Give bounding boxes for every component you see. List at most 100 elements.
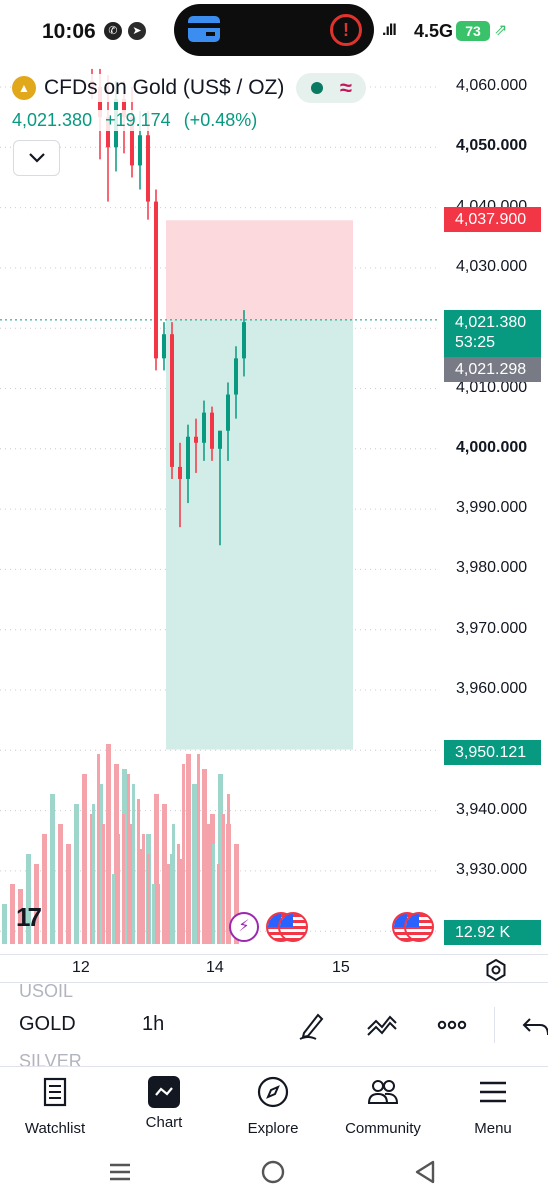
volume-bar — [147, 854, 150, 944]
current-price-tag: 4,021.380 53:25 — [444, 310, 541, 358]
volume-bar — [102, 824, 105, 944]
candle-body — [226, 394, 230, 431]
toolbar-divider — [494, 1007, 495, 1043]
quote-row: 4,021.380 +19.174 (+0.48%) — [12, 110, 266, 131]
symbol-header[interactable]: ▲ CFDs on Gold (US$ / OZ) ≈ — [12, 73, 367, 103]
volume-bar — [10, 884, 15, 944]
volume-bar — [42, 834, 47, 944]
watchlist-icon — [43, 1077, 67, 1107]
volume-bar — [58, 824, 63, 944]
time-axis[interactable]: 12 14 15 — [0, 954, 548, 982]
symbol-title[interactable]: CFDs on Gold (US$ / OZ) — [44, 76, 284, 100]
bar-countdown: 53:25 — [455, 334, 496, 351]
compass-icon — [257, 1076, 289, 1108]
market-status-pill[interactable]: ≈ — [296, 73, 367, 103]
volume-bar — [182, 764, 185, 944]
drawing-tools-icon[interactable] — [296, 1009, 328, 1041]
volume-bar — [172, 824, 175, 944]
nav-explore[interactable]: Explore — [223, 1075, 323, 1137]
candle-body — [162, 334, 166, 359]
volume-bar — [157, 884, 160, 944]
interval-selector[interactable]: 1h — [142, 1013, 164, 1036]
price-change: +19.174 — [105, 110, 171, 130]
us-flag-icon[interactable] — [404, 912, 434, 942]
volume-bar — [152, 884, 155, 944]
bottom-navigation: Watchlist Chart Explore Community Menu — [0, 1066, 548, 1146]
network-type: 4.5G — [414, 21, 454, 41]
price-change-percent: (+0.48%) — [183, 110, 258, 130]
time-tick: 15 — [332, 959, 350, 976]
volume-tag: 12.92 K — [444, 920, 541, 945]
dynamic-island[interactable]: ! — [174, 4, 374, 56]
time-tick: 14 — [206, 959, 224, 976]
stop-loss-zone — [166, 220, 353, 320]
symbol-selector[interactable]: GOLD — [19, 1013, 76, 1036]
undo-icon[interactable] — [520, 1009, 548, 1041]
nav-label: Chart — [145, 1114, 183, 1131]
price-axis-label: 3,980.000 — [456, 559, 528, 577]
nav-menu[interactable]: Menu — [443, 1075, 543, 1137]
candle-body — [154, 201, 158, 359]
card-icon — [188, 16, 220, 42]
volume-bar — [202, 874, 205, 944]
candle-body — [202, 412, 206, 443]
volume-bar — [127, 774, 130, 944]
community-icon — [367, 1080, 399, 1104]
candle-body — [210, 412, 214, 449]
us-flag-icon[interactable] — [278, 912, 308, 942]
nav-label: Explore — [247, 1120, 299, 1137]
nav-label: Community — [345, 1120, 421, 1137]
volume-bar — [162, 849, 165, 944]
next-symbol[interactable]: SILVER — [19, 1051, 82, 1066]
volume-bar — [92, 804, 95, 944]
last-price: 4,021.380 — [12, 110, 93, 130]
collapse-legend-button[interactable] — [13, 140, 60, 176]
volume-bar — [97, 754, 100, 944]
volume-bar — [122, 814, 125, 944]
chart-area[interactable]: ▲ CFDs on Gold (US$ / OZ) ≈ 4,021.380 +1… — [0, 62, 548, 982]
price-axis-label: 3,970.000 — [456, 619, 528, 637]
nav-watchlist[interactable]: Watchlist — [5, 1075, 105, 1137]
volume-bar — [207, 824, 210, 944]
chart-settings-icon[interactable] — [484, 958, 508, 982]
volume-bar — [117, 834, 120, 944]
lightning-event-icon[interactable]: ⚡ — [229, 912, 259, 942]
signal-icon: .ıll — [382, 22, 397, 39]
tradingview-logo[interactable]: 17 — [16, 902, 42, 933]
volume-bar — [192, 784, 195, 944]
volume-bar — [112, 874, 115, 944]
status-bar: 10:06 ✆ ➤ ! .ıll 4.5G 73 ⇗ — [0, 0, 548, 62]
recent-apps-icon[interactable] — [106, 1158, 134, 1186]
volume-bar — [167, 864, 170, 944]
indicators-icon[interactable] — [366, 1009, 398, 1041]
candle-body — [234, 358, 238, 395]
gold-logo-icon: ▲ — [12, 76, 36, 100]
alert-icon: ! — [330, 14, 362, 46]
previous-symbol[interactable]: USOIL — [19, 983, 73, 1002]
candle-body — [242, 322, 246, 359]
stop-loss-tag: 4,037.900 — [444, 207, 541, 232]
take-profit-tag: 3,950.121 — [444, 740, 541, 765]
nav-community[interactable]: Community — [333, 1075, 433, 1137]
volume-bar — [187, 794, 190, 944]
chart-toolbar: USOIL GOLD 1h SILVER — [0, 982, 548, 1066]
price-axis-label: 4,060.000 — [456, 77, 528, 94]
chevron-down-icon — [28, 153, 45, 163]
nav-label: Menu — [474, 1120, 512, 1137]
price-axis-label: 3,990.000 — [456, 499, 528, 517]
clock: 10:06 — [42, 20, 96, 43]
back-icon[interactable] — [412, 1158, 440, 1186]
price-axis-label: 3,960.000 — [456, 680, 528, 697]
home-icon[interactable] — [259, 1158, 287, 1186]
price-axis-label: 4,000.000 — [456, 438, 528, 456]
market-open-dot-icon — [310, 82, 323, 94]
volume-bar — [222, 814, 225, 944]
nav-label: Watchlist — [24, 1120, 86, 1137]
volume-bar — [137, 799, 140, 944]
candle-body — [170, 334, 174, 467]
menu-icon — [480, 1081, 506, 1103]
price-axis-label: 3,930.000 — [456, 860, 528, 878]
more-options-icon[interactable] — [436, 1009, 468, 1041]
nav-chart[interactable]: Chart — [114, 1075, 214, 1131]
system-navigation — [0, 1146, 548, 1200]
